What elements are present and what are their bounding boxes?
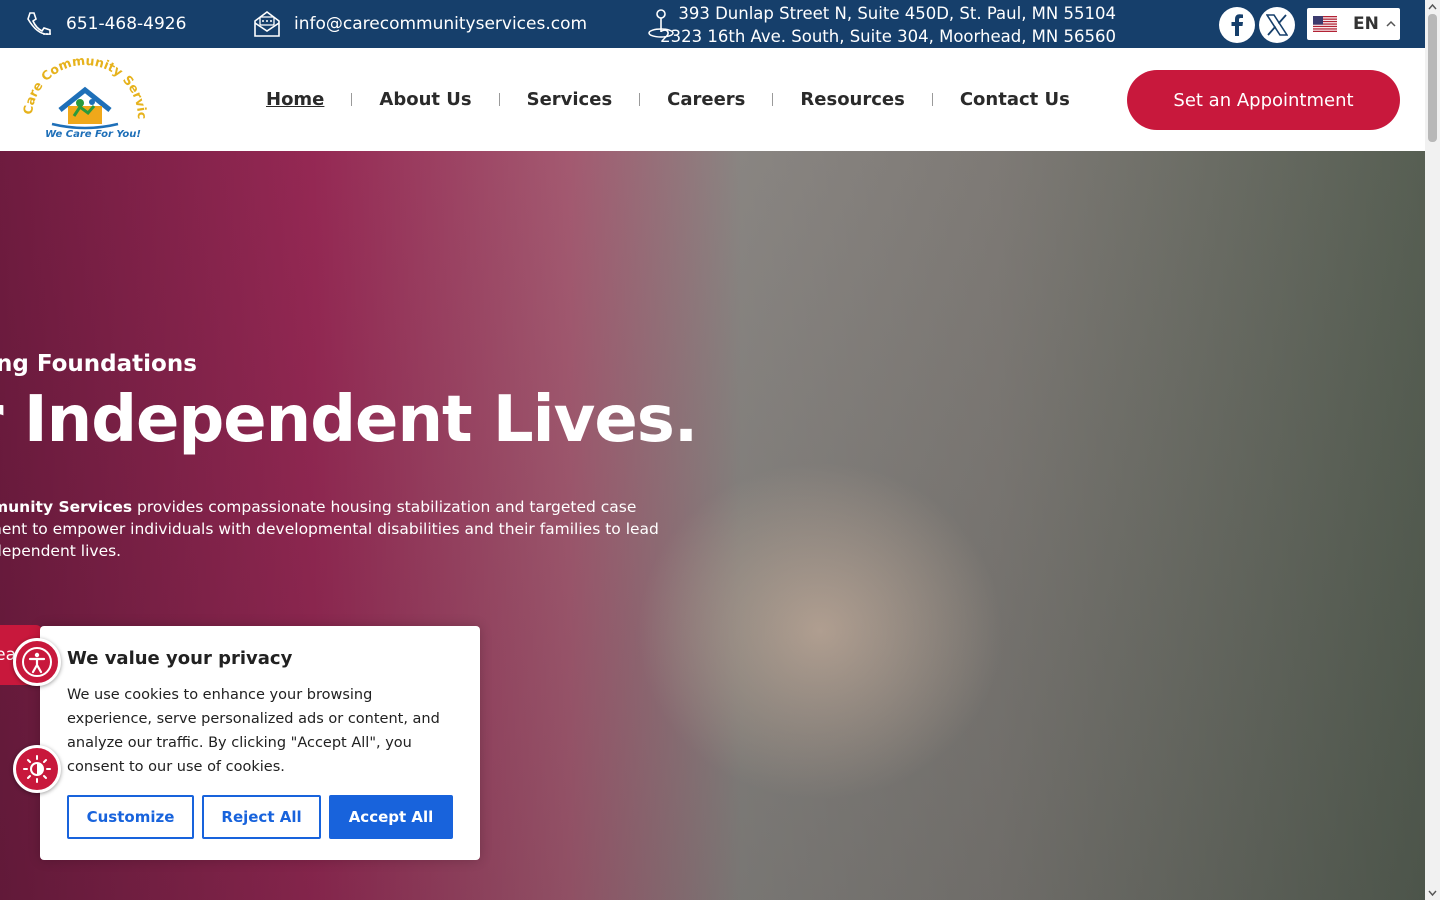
nav-divider <box>498 92 500 106</box>
logo-graphic: Care Community Services <box>18 44 150 130</box>
x-twitter-link[interactable] <box>1259 7 1295 43</box>
envelope-icon <box>252 9 282 39</box>
hero-body-line-1: provides compassionate housing stabiliza… <box>132 498 637 516</box>
nav-home[interactable]: Home <box>266 89 324 110</box>
x-twitter-icon <box>1266 14 1288 36</box>
cookie-description: We use cookies to enhance your browsing … <box>67 687 440 775</box>
logo-tagline: We Care For You! <box>45 129 141 140</box>
page-scrollbar[interactable] <box>1425 0 1440 900</box>
nav-careers[interactable]: Careers <box>667 89 745 110</box>
nav-resources[interactable]: Resources <box>800 89 904 110</box>
page: 651-468-4926 info@carecommunityservices.… <box>0 0 1440 900</box>
email-address: info@carecommunityservices.com <box>294 14 588 34</box>
scroll-up-arrow-icon[interactable] <box>1428 3 1437 11</box>
nav-contact-us[interactable]: Contact Us <box>960 89 1070 110</box>
accessibility-menu-button[interactable] <box>13 638 61 686</box>
hero-subtitle: ng Foundations <box>0 351 197 377</box>
contrast-toggle-button[interactable] <box>13 745 61 793</box>
hero-title: r Independent Lives. <box>0 383 698 457</box>
address-line-1: 393 Dunlap Street N, Suite 450D, St. Pau… <box>678 4 1116 23</box>
chevron-up-icon <box>1386 20 1396 27</box>
accept-all-button[interactable]: Accept All <box>329 795 453 839</box>
hero-description: munity Services provides compassionate h… <box>0 496 692 562</box>
cookie-title: We value your privacy <box>67 648 293 669</box>
hero-body-line-2: nent to empower individuals with develop… <box>0 520 659 538</box>
nav-divider <box>351 92 353 106</box>
address-block: 393 Dunlap Street N, Suite 450D, St. Pau… <box>660 2 1116 48</box>
language-code: EN <box>1353 14 1379 34</box>
us-flag-icon <box>1313 16 1337 32</box>
nav-divider <box>772 92 774 106</box>
hero-body-line-3: dependent lives. <box>0 542 122 560</box>
top-contact-bar: 651-468-4926 info@carecommunityservices.… <box>0 0 1425 48</box>
nav-divider <box>931 92 933 106</box>
nav-services[interactable]: Services <box>527 89 613 110</box>
address-line-2: 2323 16th Ave. South, Suite 304, Moorhea… <box>660 27 1116 46</box>
brightness-icon <box>23 755 51 783</box>
phone-icon <box>24 9 54 39</box>
scroll-down-arrow-icon[interactable] <box>1428 889 1437 897</box>
cookie-consent-dialog: We value your privacy We use cookies to … <box>40 626 480 860</box>
main-nav: Home About Us Services Careers Resources… <box>266 84 1070 114</box>
email-link[interactable]: info@carecommunityservices.com <box>252 8 587 40</box>
set-appointment-button[interactable]: Set an Appointment <box>1127 70 1400 130</box>
hero-body-bold: munity Services <box>0 498 133 516</box>
customize-button[interactable]: Customize <box>67 795 194 839</box>
phone-number: 651-468-4926 <box>66 14 187 34</box>
phone-link[interactable]: 651-468-4926 <box>24 8 186 40</box>
site-logo[interactable]: Care Community Services We Care For You! <box>18 44 150 146</box>
reject-all-button[interactable]: Reject All <box>202 795 321 839</box>
language-selector[interactable]: EN <box>1307 8 1400 40</box>
nav-divider <box>639 92 641 106</box>
site-header: Care Community Services We Care For You!… <box>0 44 1425 151</box>
accessibility-icon <box>22 647 52 677</box>
facebook-icon <box>1231 14 1243 36</box>
facebook-link[interactable] <box>1219 7 1255 43</box>
nav-about-us[interactable]: About Us <box>379 89 471 110</box>
scrollbar-thumb[interactable] <box>1428 14 1437 142</box>
